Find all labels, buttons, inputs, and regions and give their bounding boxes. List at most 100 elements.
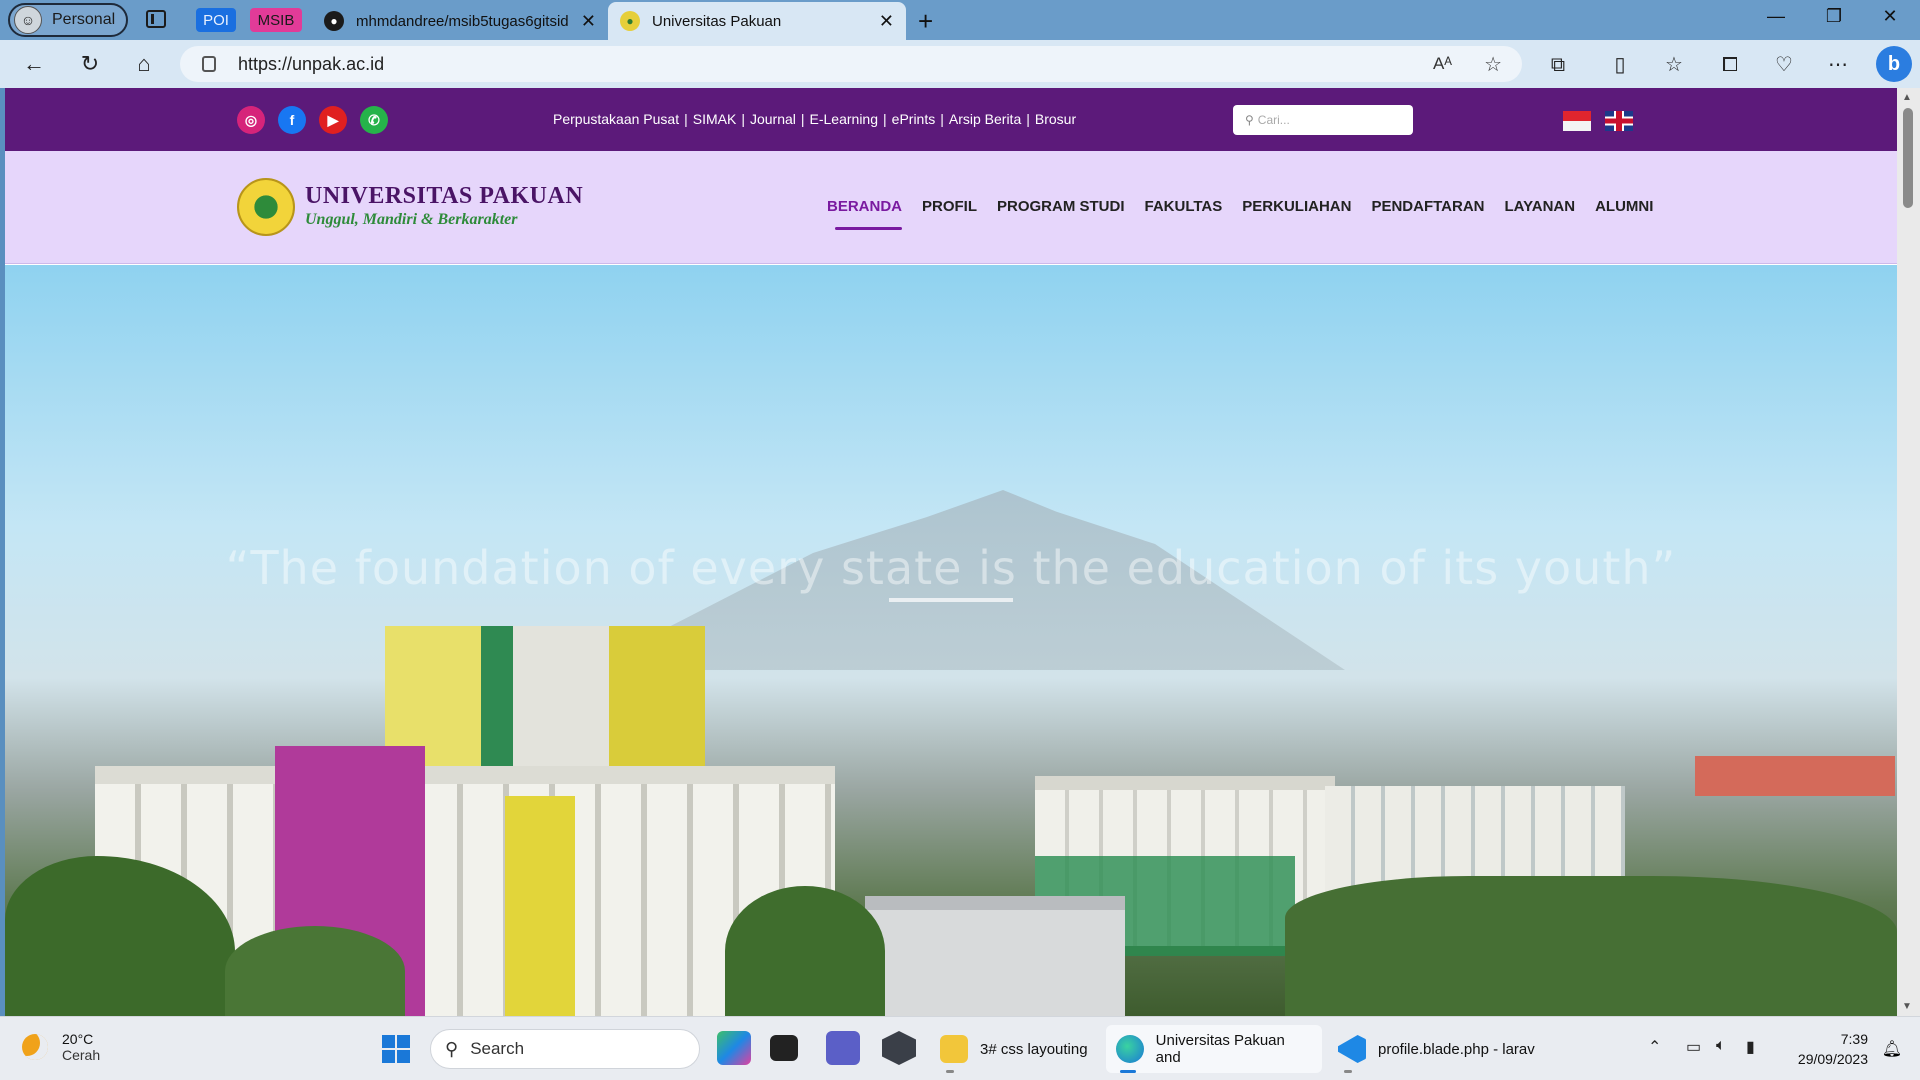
new-tab-icon[interactable]: + [918, 6, 933, 37]
site-topbar: ◎ f ▶ ✆ Perpustakaan Pusat | SIMAK | Journ… [5, 88, 1897, 151]
link-elearning[interactable]: E-Learning [810, 111, 879, 127]
chevron-up-icon[interactable]: ⌃ [1648, 1037, 1661, 1057]
unity-icon[interactable] [882, 1031, 916, 1065]
hero-banner: “The foundation of every state is the ed… [5, 265, 1897, 1016]
tab-title: Universitas Pakuan [652, 12, 782, 30]
weather-temp: 20°C [62, 1031, 94, 1047]
notification-bell-icon[interactable]: 🔔︎ [1882, 1039, 1902, 1059]
home-icon[interactable]: ⌂ [128, 49, 160, 79]
link-journal[interactable]: Journal [750, 111, 796, 127]
minimize-button[interactable]: — [1756, 6, 1796, 27]
system-clock[interactable]: 7:39 29/09/2023 [1798, 1029, 1868, 1069]
weather-widget[interactable]: 20°C Cerah [22, 1031, 100, 1063]
taskbar-search-label: Search [470, 1039, 525, 1058]
profile-label: Personal [52, 11, 116, 28]
taskbar-app-explorer[interactable]: 3# css layouting [930, 1025, 1098, 1073]
vscode-icon [1338, 1035, 1366, 1063]
clock-time: 7:39 [1840, 1031, 1868, 1047]
url-text[interactable]: https://unpak.ac.id [238, 54, 384, 75]
scroll-down-icon[interactable]: ▼ [1902, 1001, 1912, 1012]
campus-photo [5, 626, 1897, 1016]
nav-perkuliahan[interactable]: PERKULIAHAN [1242, 198, 1351, 215]
scroll-up-icon[interactable]: ▲ [1902, 92, 1912, 103]
nav-fakultas[interactable]: FAKULTAS [1145, 198, 1223, 215]
taskbar-app-vscode[interactable]: profile.blade.php - larav [1328, 1025, 1545, 1073]
nav-profil[interactable]: PROFIL [922, 198, 977, 215]
browser-toolbar: ← ↻ ⌂ https://unpak.ac.id Aᴬ ☆ ⧉ ▯ ☆ ⧠ ♡… [0, 40, 1920, 88]
top-links: Perpustakaan Pusat | SIMAK | Journal | E-Le… [553, 111, 1077, 127]
copilot-pre-icon[interactable] [717, 1031, 751, 1065]
profile-button[interactable]: ☺ Personal [8, 3, 128, 37]
tab-github[interactable]: ● mhmdandree/msib5tugas6gitsid ✕ [312, 2, 608, 40]
running-indicator [946, 1070, 954, 1073]
pinned-tab-poi[interactable]: POI [196, 8, 236, 32]
browser-essentials-icon[interactable]: ♡ [1770, 51, 1798, 79]
english-flag-icon[interactable] [1605, 111, 1633, 131]
battery-icon[interactable]: ▮ [1746, 1037, 1755, 1057]
restore-button[interactable]: ❐ [1814, 6, 1854, 27]
network-icon[interactable]: ▭ [1686, 1037, 1701, 1057]
link-eprints[interactable]: ePrints [892, 111, 936, 127]
split-screen-icon[interactable]: ▯ [1606, 51, 1634, 79]
volume-icon[interactable]: 🔈︎ [1716, 1037, 1726, 1055]
youtube-icon[interactable]: ▶ [319, 106, 347, 134]
read-aloud-icon[interactable]: Aᴬ [1433, 54, 1452, 74]
logo-title[interactable]: UNIVERSITAS PAKUAN [305, 183, 583, 210]
link-arsip-berita[interactable]: Arsip Berita [949, 111, 1021, 127]
tab-actions-icon[interactable] [146, 10, 166, 28]
hero-quote: “The foundation of every state is the ed… [225, 541, 1677, 595]
tab-universitas-pakuan[interactable]: ● Universitas Pakuan ✕ [608, 2, 906, 40]
teams-chat-icon[interactable] [826, 1031, 860, 1065]
active-indicator [1120, 1070, 1136, 1073]
university-logo-icon[interactable] [237, 178, 295, 236]
pinned-tab-msib[interactable]: MSIB [250, 8, 302, 32]
facebook-icon[interactable]: f [278, 106, 306, 134]
favorites-icon[interactable]: ☆ [1660, 51, 1688, 79]
address-bar[interactable]: https://unpak.ac.id Aᴬ ☆ [180, 46, 1522, 82]
taskbar-app-label: 3# css layouting [980, 1040, 1088, 1058]
close-window-button[interactable]: ✕ [1870, 6, 1910, 27]
search-placeholder: Cari... [1257, 113, 1290, 127]
extensions-icon[interactable]: ⧉ [1544, 51, 1572, 79]
link-brosur[interactable]: Brosur [1035, 111, 1076, 127]
nav-alumni[interactable]: ALUMNI [1595, 198, 1653, 215]
page-scrollbar[interactable]: ▲ ▼ [1897, 88, 1920, 1016]
refresh-icon[interactable]: ↻ [74, 49, 106, 79]
moon-icon [22, 1034, 48, 1060]
nav-layanan[interactable]: LAYANAN [1505, 198, 1576, 215]
start-button[interactable] [382, 1029, 410, 1069]
bing-copilot-icon[interactable]: b [1876, 46, 1912, 82]
nav-beranda[interactable]: BERANDA [827, 198, 902, 230]
running-indicator [1344, 1070, 1352, 1073]
site-header: UNIVERSITAS PAKUAN Unggul, Mandiri & Ber… [5, 151, 1897, 264]
weather-desc: Cerah [62, 1047, 101, 1063]
whatsapp-icon[interactable]: ✆ [360, 106, 388, 134]
taskbar-search[interactable]: ⚲ Search [430, 1029, 700, 1069]
nav-program-studi[interactable]: PROGRAM STUDI [997, 198, 1125, 215]
clock-date: 29/09/2023 [1797, 1051, 1868, 1067]
tab-title: mhmdandree/msib5tugas6gitsid [356, 12, 569, 30]
nav-pendaftaran[interactable]: PENDAFTARAN [1371, 198, 1484, 215]
lock-icon [202, 56, 216, 72]
scrollbar-thumb[interactable] [1903, 108, 1913, 208]
close-tab-icon[interactable]: ✕ [581, 11, 596, 32]
web-page: ◎ f ▶ ✆ Perpustakaan Pusat | SIMAK | Journ… [5, 88, 1897, 1016]
more-options-icon[interactable]: ⋯ [1824, 51, 1852, 79]
folder-icon [940, 1035, 968, 1063]
search-icon: ⚲ [445, 1038, 459, 1059]
site-search-input[interactable]: ⚲ Cari... [1233, 105, 1413, 135]
favorite-star-icon[interactable]: ☆ [1484, 52, 1502, 77]
link-simak[interactable]: SIMAK [693, 111, 737, 127]
terminal-icon[interactable] [770, 1035, 798, 1061]
indonesian-flag-icon[interactable] [1563, 111, 1591, 131]
close-tab-icon[interactable]: ✕ [879, 11, 894, 32]
edge-icon [1116, 1035, 1144, 1063]
instagram-icon[interactable]: ◎ [237, 106, 265, 134]
collections-icon[interactable]: ⧠ [1716, 51, 1744, 79]
windows-logo-icon [382, 1035, 410, 1063]
taskbar-app-edge[interactable]: Universitas Pakuan and [1106, 1025, 1322, 1073]
back-icon[interactable]: ← [18, 49, 50, 79]
main-nav: BERANDA PROFIL PROGRAM STUDI FAKULTAS PE… [827, 198, 1653, 230]
search-icon: ⚲ [1245, 113, 1254, 127]
link-perpustakaan[interactable]: Perpustakaan Pusat [553, 111, 679, 127]
